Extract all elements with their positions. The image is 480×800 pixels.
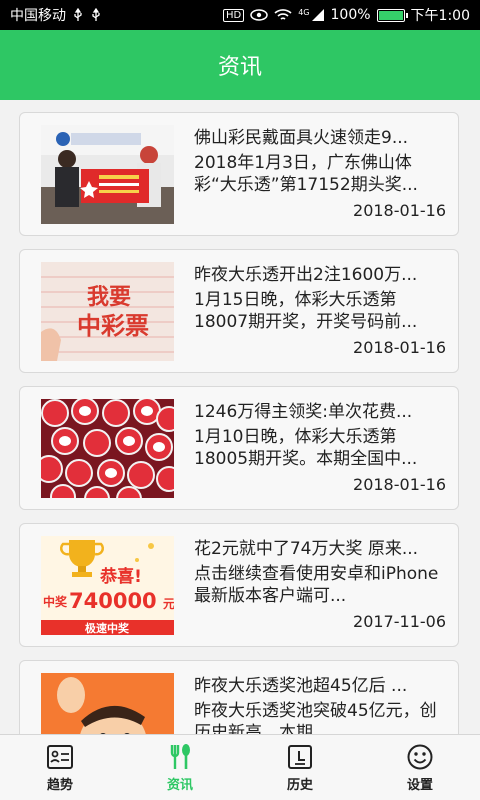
tab-history-label: 历史: [286, 777, 313, 793]
usb-debug-icon: [90, 8, 102, 22]
tab-news-label: 资讯: [166, 777, 193, 793]
news-title: 昨夜大乐透奖池超45亿后 ...: [194, 676, 408, 696]
news-title: 佛山彩民戴面具火速领走9...: [194, 128, 409, 148]
news-thumbnail: [41, 125, 174, 224]
news-summary: 2018年1月3日，广东佛山体彩“大乐透”第17152期头奖...: [194, 153, 418, 195]
banner-text: 极速中奖: [85, 621, 130, 635]
news-list[interactable]: 佛山彩民戴面具火速领走9... 2018年1月3日，广东佛山体彩“大乐透”第17…: [0, 100, 480, 734]
news-summary: 点击继续查看使用安卓和iPhone最新版本客户端可...: [194, 564, 439, 606]
news-card[interactable]: 1246万得主领奖:单次花费... 1月10日晚，体彩大乐透第18005期开奖。…: [19, 386, 459, 510]
tab-settings[interactable]: 设置: [360, 735, 480, 800]
tab-trend[interactable]: 趋势: [0, 735, 120, 800]
clock: 下午1:00: [410, 8, 470, 24]
news-date: 2018-01-16: [353, 338, 446, 357]
tab-settings-label: 设置: [406, 777, 433, 793]
news-thumbnail: 恭喜! 中奖 740000 元 极速中奖: [41, 536, 174, 635]
ticket-text-line2: 中彩票: [77, 312, 149, 340]
news-card[interactable]: 我要 中彩票 昨夜大乐透开出2注1600万... 1月15日晚，体彩大乐透第18…: [19, 249, 459, 373]
bottom-nav: 趋势 资讯 历史 设置: [0, 734, 480, 800]
prize-amount: 740000: [69, 589, 157, 613]
news-thumbnail: [41, 673, 174, 734]
wifi-icon: [274, 8, 292, 22]
smiley-icon: [407, 744, 433, 769]
tab-news[interactable]: 资讯: [120, 735, 240, 800]
news-title: 1246万得主领奖:单次花费...: [194, 402, 413, 422]
news-thumbnail: [41, 399, 174, 498]
eye-icon: [250, 9, 268, 21]
tab-trend-label: 趋势: [46, 777, 73, 793]
news-thumbnail: 我要 中彩票: [41, 262, 174, 361]
news-card[interactable]: 恭喜! 中奖 740000 元 极速中奖 花2元就中了74万大奖 原来... 点…: [19, 523, 459, 647]
signal-icon: 4G: [298, 8, 324, 22]
page-header: 资讯: [0, 30, 480, 100]
battery-icon: [376, 8, 408, 22]
network-type: 4G: [298, 8, 310, 17]
news-card[interactable]: 昨夜大乐透奖池超45亿后 ... 昨夜大乐透奖池突破45亿元，创历史新高。本期.…: [19, 660, 459, 734]
news-date: 2018-01-16: [353, 201, 446, 220]
congrats-text: 恭喜!: [99, 566, 142, 587]
page-title: 资讯: [217, 55, 262, 80]
tab-history[interactable]: 历史: [240, 735, 360, 800]
news-date: 2017-11-06: [353, 612, 446, 631]
hd-badge: HD: [222, 8, 245, 22]
news-summary: 1月10日晚，体彩大乐透第18005期开奖。本期全国中...: [194, 427, 418, 469]
news-summary: 1月15日晚，体彩大乐透第18007期开奖，开奖号码前...: [194, 290, 418, 332]
carrier-label: 中国移动: [10, 8, 66, 24]
calendar-icon: [288, 744, 312, 769]
ticket-text-line1: 我要: [87, 285, 131, 310]
prize-unit: 元: [163, 597, 174, 611]
news-summary: 昨夜大乐透奖池突破45亿元，创历史新高。本期...: [194, 701, 437, 734]
news-date: 2018-01-16: [353, 475, 446, 494]
news-title: 昨夜大乐透开出2注1600万...: [194, 265, 418, 285]
fork-spoon-icon: [170, 743, 190, 769]
status-bar: 中国移动 HD 4G 100% 下午1:00: [0, 0, 480, 30]
prize-label: 中奖: [43, 594, 68, 609]
usb-icon: [72, 8, 84, 22]
news-card[interactable]: 佛山彩民戴面具火速领走9... 2018年1月3日，广东佛山体彩“大乐透”第17…: [19, 112, 459, 236]
news-title: 花2元就中了74万大奖 原来...: [194, 539, 419, 559]
battery-percent: 100%: [330, 7, 371, 23]
chart-card-icon: [47, 744, 73, 769]
